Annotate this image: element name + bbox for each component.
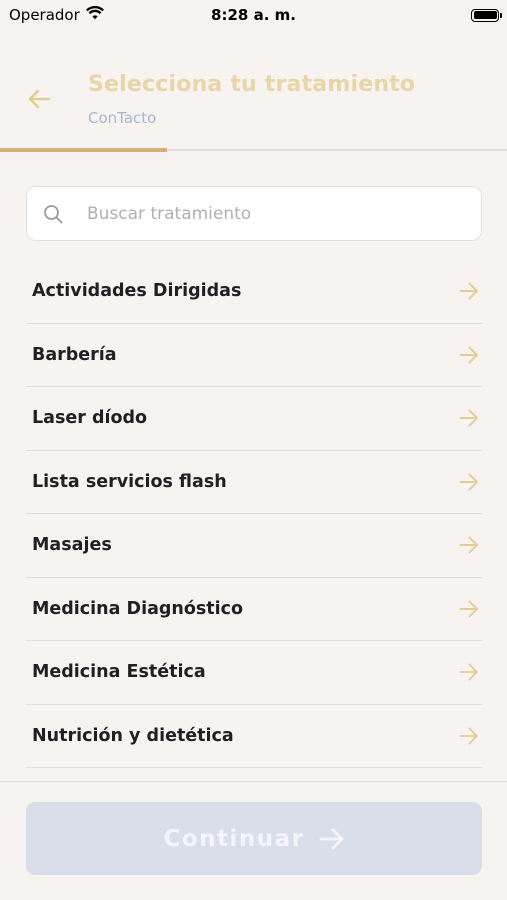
page-title: Selecciona tu tratamiento (88, 72, 416, 97)
list-item[interactable]: Masajes (26, 514, 482, 578)
list-item[interactable]: Medicina Diagnóstico (26, 578, 482, 641)
arrow-left-icon (28, 89, 51, 109)
progress-bar (0, 148, 507, 152)
arrow-right-icon (458, 471, 480, 493)
list-item-label: Barbería (32, 344, 117, 365)
progress-bar-fill (0, 148, 168, 152)
footer-divider (0, 781, 507, 782)
wifi-icon (85, 5, 104, 24)
status-bar: Operador 8:28 a. m. (0, 0, 507, 30)
arrow-right-icon (458, 661, 480, 683)
status-left: Operador (9, 5, 104, 24)
list-item-label: Medicina Estética (32, 662, 206, 683)
treatment-list: Actividades Dirigidas Barbería Laser dío… (26, 260, 482, 768)
list-item-label: Lista servicios flash (32, 471, 227, 492)
battery-level (473, 11, 497, 19)
list-item[interactable]: Nutrición y dietética (26, 705, 482, 768)
battery-icon (471, 8, 502, 22)
page-subtitle: ConTacto (88, 109, 157, 127)
list-item-label: Laser díodo (32, 408, 148, 429)
list-item-label: Actividades Dirigidas (32, 281, 242, 302)
arrow-right-icon (458, 344, 480, 366)
arrow-right-icon (319, 828, 343, 849)
search-icon (44, 205, 63, 224)
search-box[interactable] (26, 186, 482, 241)
arrow-right-icon (458, 598, 480, 620)
list-item[interactable]: Laser díodo (26, 387, 482, 451)
carrier-label: Operador (9, 6, 80, 24)
search-input[interactable] (87, 187, 467, 240)
arrow-right-icon (458, 280, 480, 302)
list-item[interactable]: Barbería (26, 324, 482, 387)
list-item[interactable]: Actividades Dirigidas (26, 260, 482, 324)
list-item[interactable]: Lista servicios flash (26, 451, 482, 514)
arrow-right-icon (458, 725, 480, 747)
list-item-label: Nutrición y dietética (32, 725, 234, 746)
arrow-right-icon (458, 407, 480, 429)
header: Selecciona tu tratamiento ConTacto (0, 60, 507, 150)
list-item-label: Medicina Diagnóstico (32, 598, 244, 619)
arrow-right-icon (458, 534, 480, 556)
back-button[interactable] (22, 82, 56, 116)
continue-button[interactable]: Continuar (26, 802, 482, 875)
list-item[interactable]: Medicina Estética (26, 641, 482, 705)
list-item-label: Masajes (32, 535, 112, 556)
continue-button-label: Continuar (163, 825, 305, 852)
